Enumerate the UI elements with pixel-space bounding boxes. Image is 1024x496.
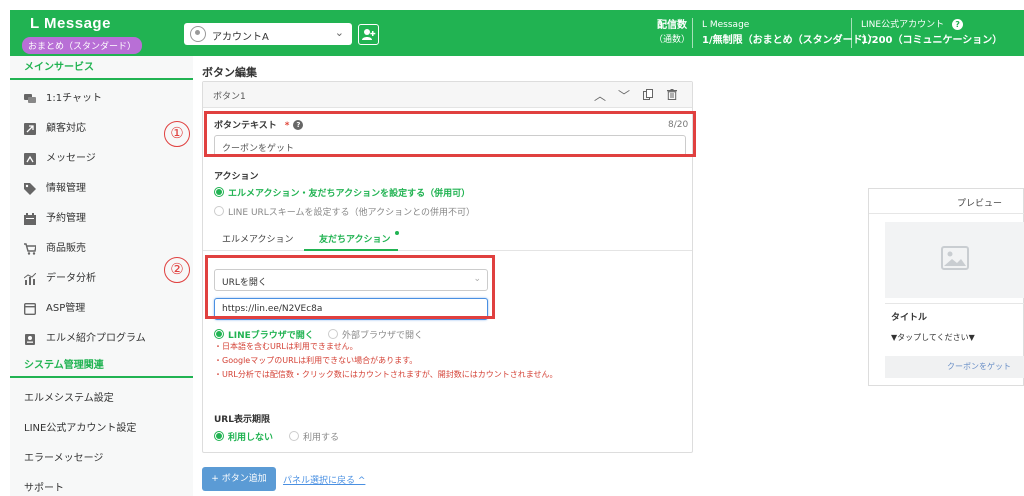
line-account-info: LINE公式アカウント? 1/200（コミュニケーション） (861, 18, 1002, 48)
account-selector[interactable]: アカウントA ⌄ (184, 23, 352, 45)
active-tab-indicator (304, 249, 398, 251)
sidebar-item-asp[interactable]: ASP管理 (10, 294, 193, 324)
sidebar-section-system: システム管理関連 (10, 354, 193, 378)
sidebar-item-label: データ分析 (46, 273, 96, 284)
chevron-down-icon[interactable]: ﹀ (614, 87, 634, 104)
account-avatar-icon (190, 26, 206, 42)
sidebar-item-reservation[interactable]: 予約管理 (10, 204, 193, 234)
sidebar-item-label: 1:1チャット (46, 93, 102, 104)
page-title: ボタン編集 (202, 66, 257, 79)
annotation-number-1: ① (164, 121, 190, 147)
header-divider (851, 18, 852, 48)
message-icon (24, 153, 36, 165)
app-frame: L Message おまとめ（スタンダード） アカウントA ⌄ 配信数 （通数）… (10, 10, 1024, 496)
sidebar-item-message[interactable]: メッセージ (10, 144, 193, 174)
preview-header-label: プレビュー (957, 199, 1003, 209)
chart-icon (23, 272, 37, 285)
question-circle-icon[interactable]: ? (952, 19, 964, 30)
preview-divider (885, 303, 1024, 304)
expiry-label: URL表示期限 (214, 415, 270, 425)
sidebar-item-sales[interactable]: 商品販売 (10, 234, 193, 264)
preview-image-placeholder (885, 222, 1024, 298)
chat-icon (24, 93, 36, 105)
note-line: ・GoogleマップのURLは利用できない場合があります。 (214, 356, 418, 365)
deliveries-label: 配信数 (657, 20, 687, 31)
action-label: アクション (214, 172, 259, 182)
sidebar-item-label: 予約管理 (46, 213, 86, 224)
preview-header: プレビュー (869, 189, 1024, 214)
add-user-icon (362, 29, 376, 40)
sidebar-item-label: エルメ紹介プログラム (46, 333, 146, 344)
annotation-box-1 (204, 111, 696, 157)
tag-icon (24, 183, 36, 195)
sidebar-item-error-messages[interactable]: エラーメッセージ (24, 449, 103, 464)
tab-friend-action[interactable]: 友だちアクション (319, 232, 391, 245)
preview-title: タイトル (891, 313, 928, 323)
image-icon (941, 246, 969, 270)
preview-button[interactable]: クーポンをゲット (885, 356, 1024, 378)
customer-icon (24, 123, 36, 135)
status-dot (395, 231, 399, 235)
preview-description: ▼タップしてください▼ (891, 333, 975, 342)
back-to-panel-link[interactable]: パネル選択に戻る ^ (283, 473, 365, 486)
sidebar-item-label: 商品販売 (46, 243, 86, 254)
top-header: L Message おまとめ（スタンダード） アカウントA ⌄ 配信数 （通数）… (10, 10, 1024, 56)
sidebar-item-chat[interactable]: 1:1チャット (10, 84, 193, 114)
radio-unselected (214, 206, 224, 216)
sidebar-item-support[interactable]: サポート (24, 479, 64, 494)
action-option-lme[interactable]: エルメアクション・友だちアクションを設定する（併用可） (214, 186, 470, 199)
plan-badge: おまとめ（スタンダード） (22, 37, 143, 54)
sidebar-item-label: ASP管理 (46, 303, 86, 314)
annotation-box-2 (205, 255, 495, 319)
radio-selected (214, 329, 224, 339)
radio-unselected (328, 329, 338, 339)
trash-icon[interactable] (662, 89, 682, 103)
chevron-up-icon[interactable]: ︿ (590, 87, 610, 104)
account-name: アカウントA (212, 32, 269, 43)
radio-selected (214, 431, 224, 441)
note-line: ・URL分析では配信数・クリック数にはカウントされますが、開封数にはカウントされ… (214, 370, 558, 379)
sidebar-item-referral[interactable]: エルメ紹介プログラム (10, 324, 193, 354)
preview-panel: プレビュー タイトル ▼タップしてください▼ クーポンをゲット (868, 188, 1024, 386)
sidebar-item-info[interactable]: 情報管理 (10, 174, 193, 204)
calendar-icon (24, 213, 36, 225)
add-button-button[interactable]: + ボタン追加 (202, 467, 276, 491)
copy-icon[interactable] (638, 89, 658, 103)
annotation-number-2: ② (164, 257, 190, 283)
sidebar-item-label: 情報管理 (46, 183, 86, 194)
action-option-url-scheme[interactable]: LINE URLスキームを設定する（他アクションとの併用不可） (214, 205, 475, 218)
action-tabs: エルメアクション 友だちアクション (203, 226, 692, 251)
brand-logo[interactable]: L Message (30, 15, 111, 32)
sidebar-item-line-settings[interactable]: LINE公式アカウント設定 (24, 419, 136, 434)
line-account-value: 1/200（コミュニケーション） (861, 35, 1003, 46)
expiry-option-on[interactable]: 利用する (289, 430, 339, 443)
sidebar-item-system-settings[interactable]: エルメシステム設定 (24, 389, 114, 404)
add-account-button[interactable] (358, 24, 379, 45)
cart-icon (24, 243, 37, 255)
sidebar-section-main: メインサービス (10, 56, 193, 80)
referral-icon (24, 333, 36, 345)
sidebar-item-label: 顧客対応 (46, 123, 86, 134)
expiry-option-off[interactable]: 利用しない (214, 430, 273, 443)
deliveries-info: 配信数 （通数） (654, 18, 690, 48)
radio-unselected (289, 431, 299, 441)
chevron-down-icon: ⌄ (334, 26, 344, 39)
line-account-label: LINE公式アカウント (861, 20, 945, 30)
asp-icon (23, 302, 37, 316)
deliveries-sub: （通数） (654, 35, 691, 45)
card-title: ボタン1 (213, 92, 246, 102)
card-header: ボタン1 ︿ ﹀ (203, 82, 692, 108)
header-divider (692, 18, 693, 48)
radio-selected (214, 187, 224, 197)
url-notes: ・日本語を含むURLは利用できません。 ・GoogleマップのURLは利用できな… (214, 340, 557, 382)
card-tools: ︿ ﹀ (586, 87, 682, 104)
tab-lme-action[interactable]: エルメアクション (222, 232, 294, 245)
note-line: ・日本語を含むURLは利用できません。 (214, 342, 358, 351)
sidebar-item-label: メッセージ (46, 153, 96, 164)
